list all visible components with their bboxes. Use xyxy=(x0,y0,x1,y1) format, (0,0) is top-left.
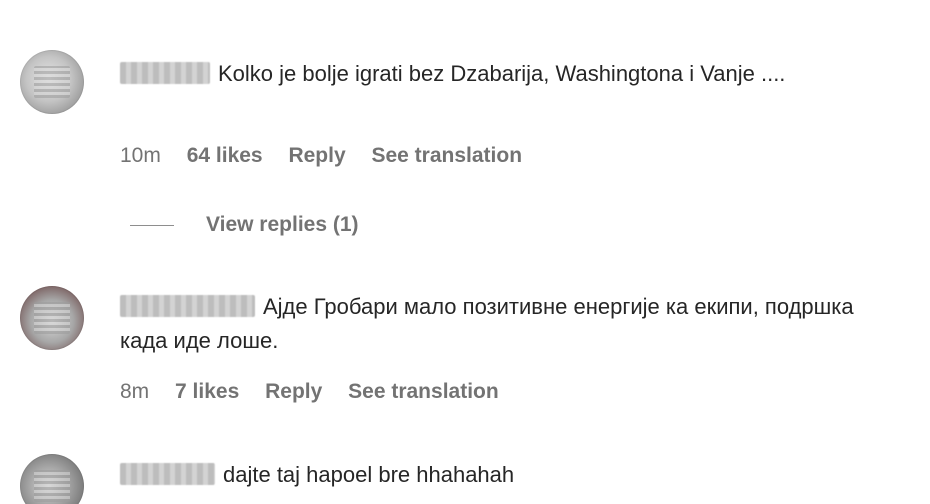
comment-meta: 10m 64 likes Reply See translation xyxy=(120,144,542,168)
see-translation-button[interactable]: See translation xyxy=(371,144,522,167)
comment-time: 8m xyxy=(120,380,150,403)
avatar[interactable] xyxy=(20,50,84,114)
avatar[interactable] xyxy=(20,286,84,350)
comment-time: 10m xyxy=(120,144,161,167)
view-replies-button[interactable]: View replies (1) xyxy=(130,213,359,237)
avatar-image xyxy=(34,66,70,98)
reply-button[interactable]: Reply xyxy=(288,144,345,167)
previous-view-replies-fragment xyxy=(215,0,375,4)
username[interactable] xyxy=(120,295,255,317)
comment-meta: 8m 7 likes Reply See translation xyxy=(120,380,519,404)
likes-count[interactable]: 7 likes xyxy=(175,380,239,403)
avatar-image xyxy=(34,470,70,502)
avatar-image xyxy=(34,302,70,334)
view-replies-label: View replies (1) xyxy=(206,213,359,236)
divider-line xyxy=(130,224,174,226)
reply-button[interactable]: Reply xyxy=(265,380,322,403)
avatar[interactable] xyxy=(20,454,84,504)
username[interactable] xyxy=(120,463,215,485)
comment-text: dajte taj hapoel bre hhahahah xyxy=(223,462,515,487)
username[interactable] xyxy=(120,62,210,84)
comment-body: dajte taj hapoel bre hhahahah xyxy=(120,458,900,492)
comment-text: Kolko je bolje igrati bez Dzabarija, Was… xyxy=(218,61,786,86)
comment-body: Ајде Гробари мало позитивне енергије ка … xyxy=(120,290,900,358)
comments-panel: Kolko je bolje igrati bez Dzabarija, Was… xyxy=(0,0,930,504)
comment-body: Kolko je bolje igrati bez Dzabarija, Was… xyxy=(120,57,900,91)
likes-count[interactable]: 64 likes xyxy=(187,144,263,167)
see-translation-button[interactable]: See translation xyxy=(348,380,499,403)
